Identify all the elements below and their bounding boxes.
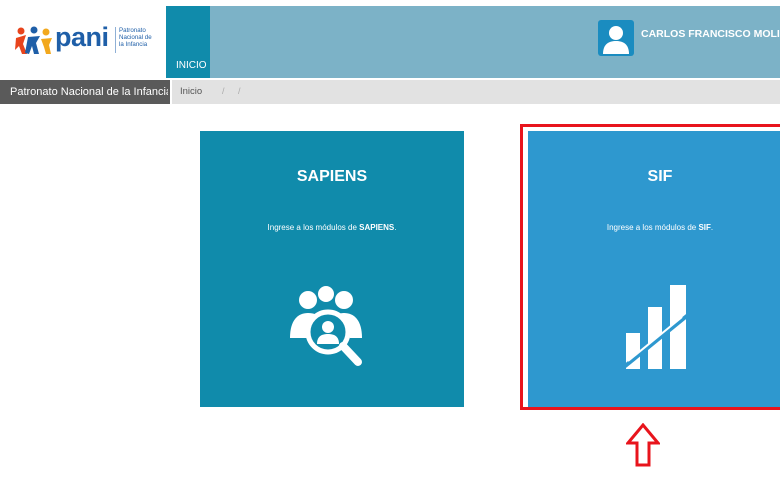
user-name[interactable]: CARLOS FRANCISCO MOLINA (641, 28, 780, 40)
highlight-frame (520, 124, 780, 410)
up-arrow-icon (626, 423, 660, 467)
breadcrumb-separator: / (222, 86, 225, 96)
logo-area[interactable]: pani Patronato Nacional de la Infancia (0, 0, 166, 78)
logo-subtitle-line: la Infancia (119, 41, 148, 48)
card-desc-text: Ingrese a los módulos de (267, 223, 360, 232)
org-name: Patronato Nacional de la Infancia (10, 86, 168, 98)
logo-subtitle-line: Patronato (119, 27, 146, 34)
sapiens-module-card[interactable]: SAPIENS Ingrese a los módulos de SAPIENS… (200, 131, 464, 407)
logo-divider (115, 27, 116, 53)
card-desc-bold: SAPIENS (359, 223, 395, 232)
card-desc-suffix: . (394, 223, 397, 232)
user-avatar[interactable] (598, 20, 634, 56)
pani-logo-icon (15, 26, 52, 54)
nav-tab-inicio-label[interactable]: INICIO (176, 60, 207, 71)
user-icon (603, 26, 629, 54)
breadcrumb (172, 80, 780, 104)
logo-subtitle: Patronato Nacional de la Infancia (119, 27, 164, 48)
card-title: SAPIENS (296, 168, 368, 185)
card-description: Ingrese a los módulos de SAPIENS. (200, 223, 464, 232)
logo-subtitle-line: Nacional de (119, 34, 152, 41)
top-bar (210, 6, 780, 78)
breadcrumb-item-inicio[interactable]: Inicio (180, 86, 202, 97)
breadcrumb-separator: / (238, 86, 241, 96)
logo-wordmark: pani (55, 22, 109, 52)
people-search-icon (290, 286, 362, 366)
